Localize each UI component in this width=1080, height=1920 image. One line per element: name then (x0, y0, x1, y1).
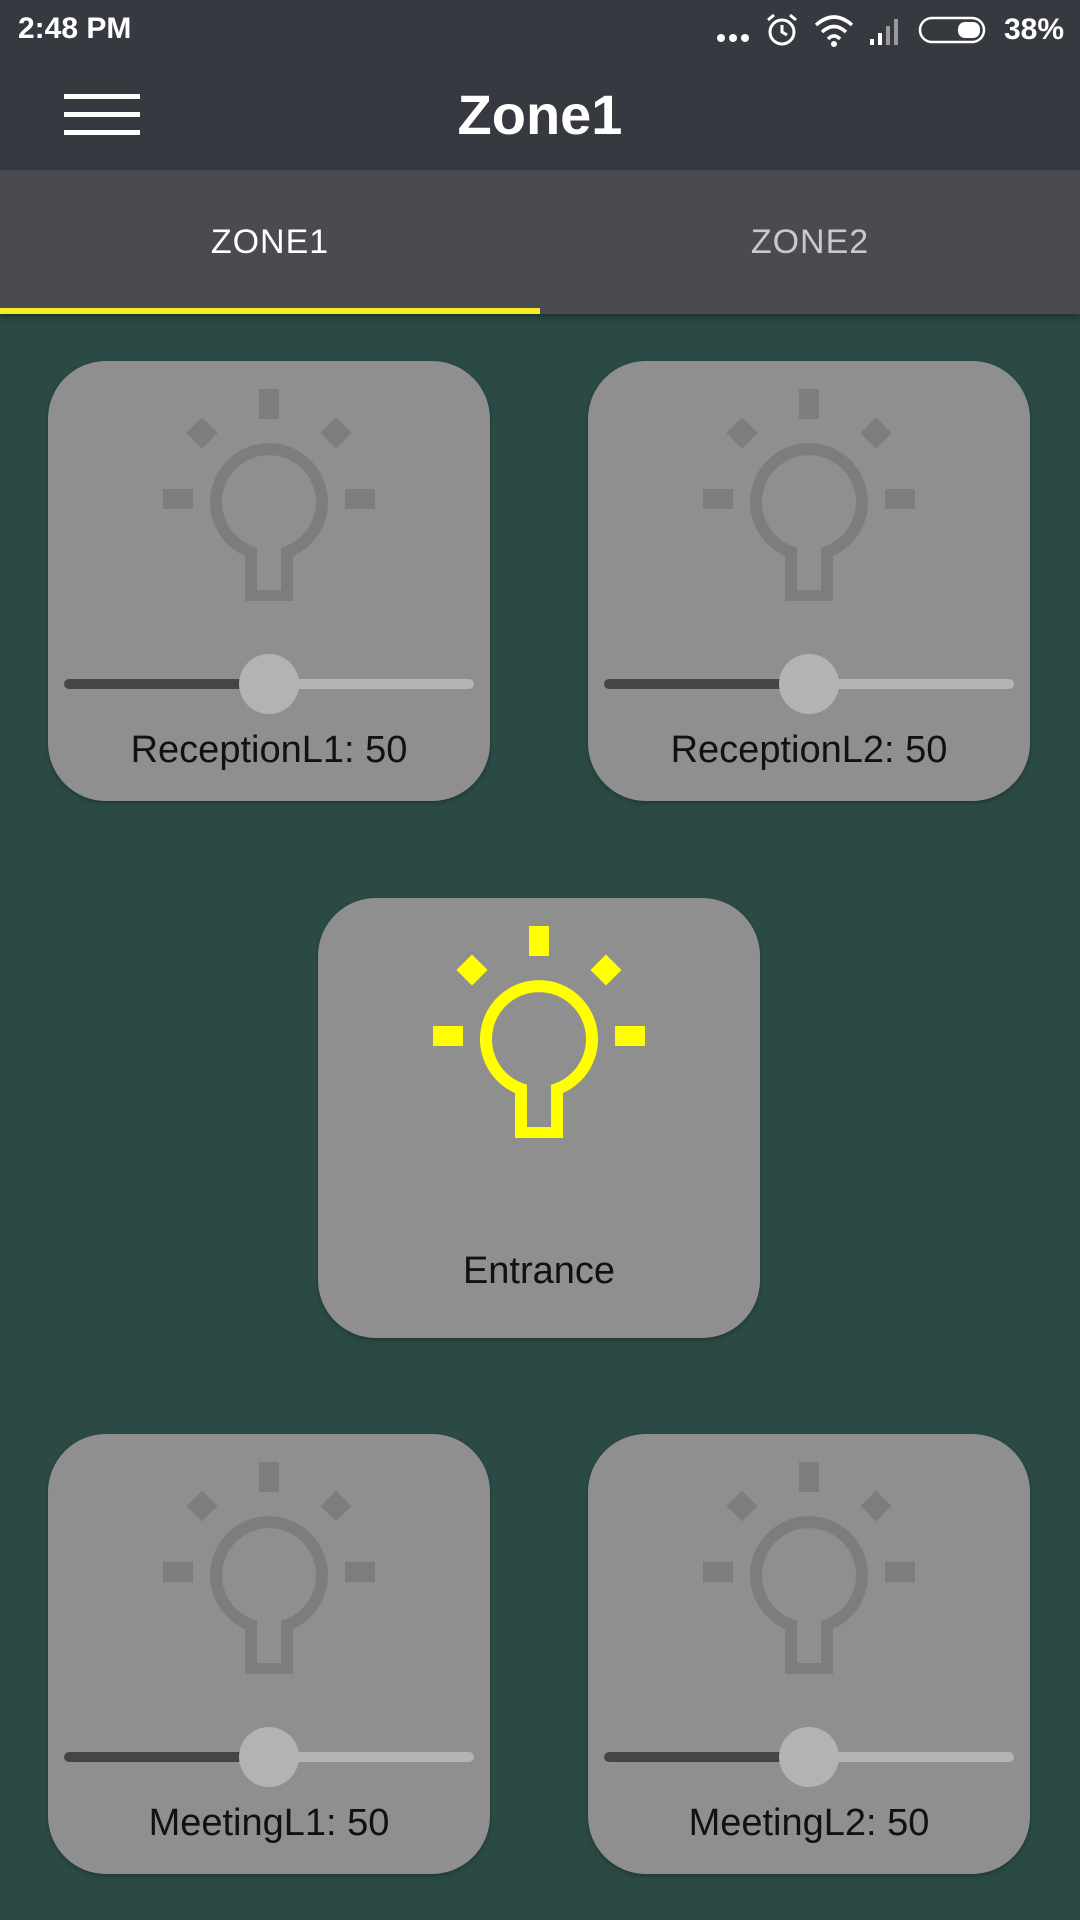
brightness-slider[interactable] (64, 654, 474, 714)
light-card-meetingl1[interactable]: MeetingL1: 50 (48, 1434, 490, 1874)
light-label: ReceptionL1: 50 (130, 729, 408, 771)
status-bar: 2:48 PM 38% (0, 0, 1080, 60)
brightness-slider[interactable] (604, 654, 1014, 714)
lightbulb-icon (433, 926, 645, 1138)
lightbulb-icon (703, 389, 915, 601)
tab-indicator (0, 308, 540, 314)
brightness-slider[interactable] (604, 1727, 1014, 1787)
light-label: ReceptionL2: 50 (670, 729, 948, 771)
slider-track-filled (604, 679, 805, 689)
tab-zone1[interactable]: ZONE1 (0, 170, 540, 314)
light-card-meetingl2[interactable]: MeetingL2: 50 (588, 1434, 1030, 1874)
slider-track (813, 1752, 1014, 1762)
hamburger-menu-icon (64, 94, 140, 135)
slider-thumb[interactable] (239, 1727, 299, 1787)
battery-percent: 38% (1003, 13, 1064, 46)
app-bar: Zone1 (0, 60, 1080, 170)
brightness-slider[interactable] (64, 1727, 474, 1787)
tab-bar: ZONE1 ZONE2 (0, 170, 1080, 314)
light-card-receptionl1[interactable]: ReceptionL1: 50 (48, 361, 490, 801)
light-label: MeetingL1: 50 (148, 1802, 390, 1844)
slider-track-filled (604, 1752, 805, 1762)
light-label: MeetingL2: 50 (688, 1802, 930, 1844)
slider-track (273, 1752, 474, 1762)
lightbulb-icon (163, 389, 375, 601)
status-time: 2:48 PM (18, 12, 132, 45)
light-card-entrance[interactable]: Entrance (318, 898, 760, 1338)
menu-button[interactable] (62, 60, 142, 170)
tab-zone2[interactable]: ZONE2 (540, 170, 1080, 314)
slider-track-filled (64, 1752, 265, 1762)
page-title: Zone1 (457, 83, 623, 146)
alarm-icon (766, 13, 797, 46)
wifi-icon (814, 15, 854, 47)
status-icons: 38% (716, 10, 1064, 50)
lightbulb-icon (163, 1462, 375, 1674)
slider-track (813, 679, 1014, 689)
lightbulb-icon (703, 1462, 915, 1674)
slider-thumb[interactable] (779, 654, 839, 714)
light-card-receptionl2[interactable]: ReceptionL2: 50 (588, 361, 1030, 801)
slider-thumb[interactable] (239, 654, 299, 714)
slider-track-filled (64, 679, 265, 689)
signal-icon (869, 19, 898, 45)
light-label: Entrance (462, 1250, 616, 1292)
battery-icon (918, 16, 986, 44)
slider-track (273, 679, 474, 689)
slider-thumb[interactable] (779, 1727, 839, 1787)
more-icon (716, 34, 749, 42)
